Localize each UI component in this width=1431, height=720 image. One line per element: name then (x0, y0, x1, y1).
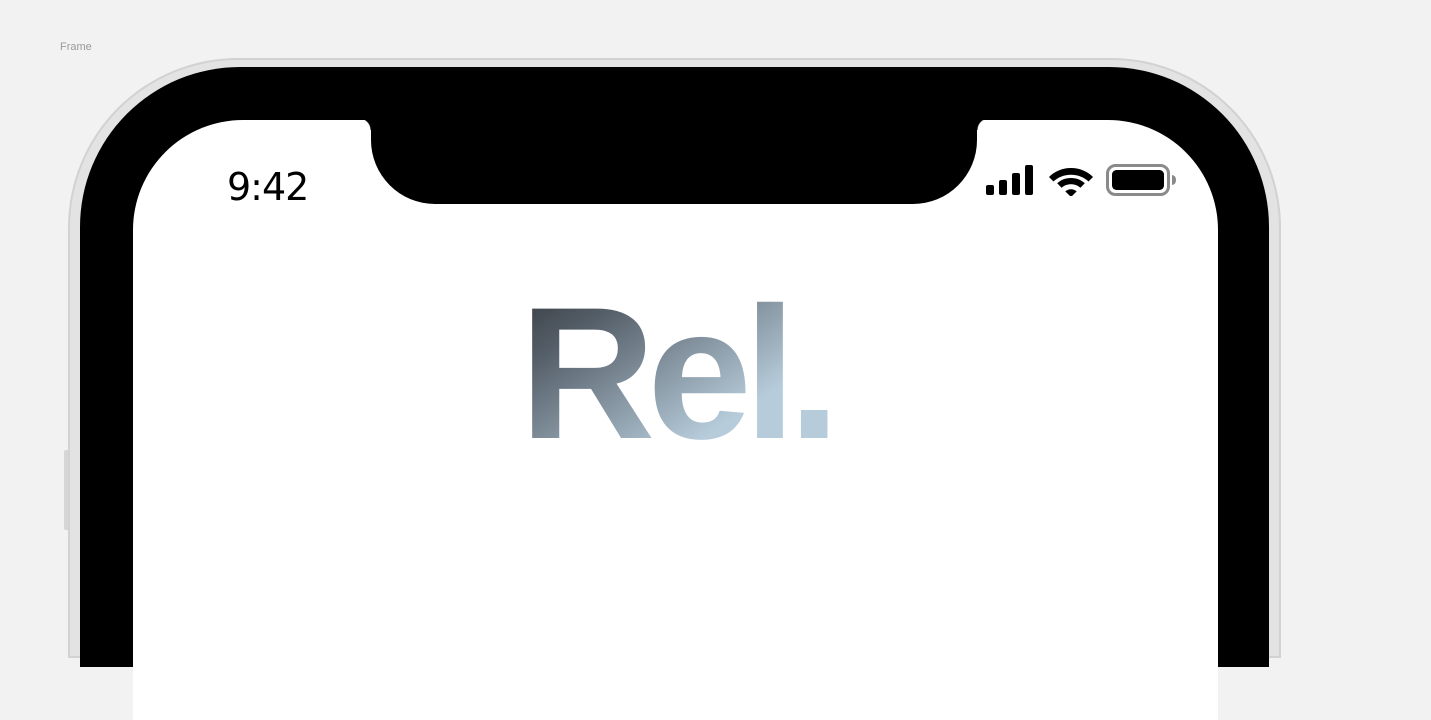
app-logo: Rel. (133, 270, 1218, 455)
device-screen: 9:42 Rel. (133, 120, 1218, 720)
status-time: 9:42 (227, 165, 309, 209)
cellular-signal-icon (986, 165, 1036, 195)
frame-label: Frame (60, 41, 92, 53)
battery-icon (1106, 164, 1178, 196)
device-notch (359, 120, 989, 204)
status-icons (986, 164, 1178, 196)
app-logo-text: Rel. (519, 270, 832, 450)
wifi-icon (1048, 164, 1094, 196)
